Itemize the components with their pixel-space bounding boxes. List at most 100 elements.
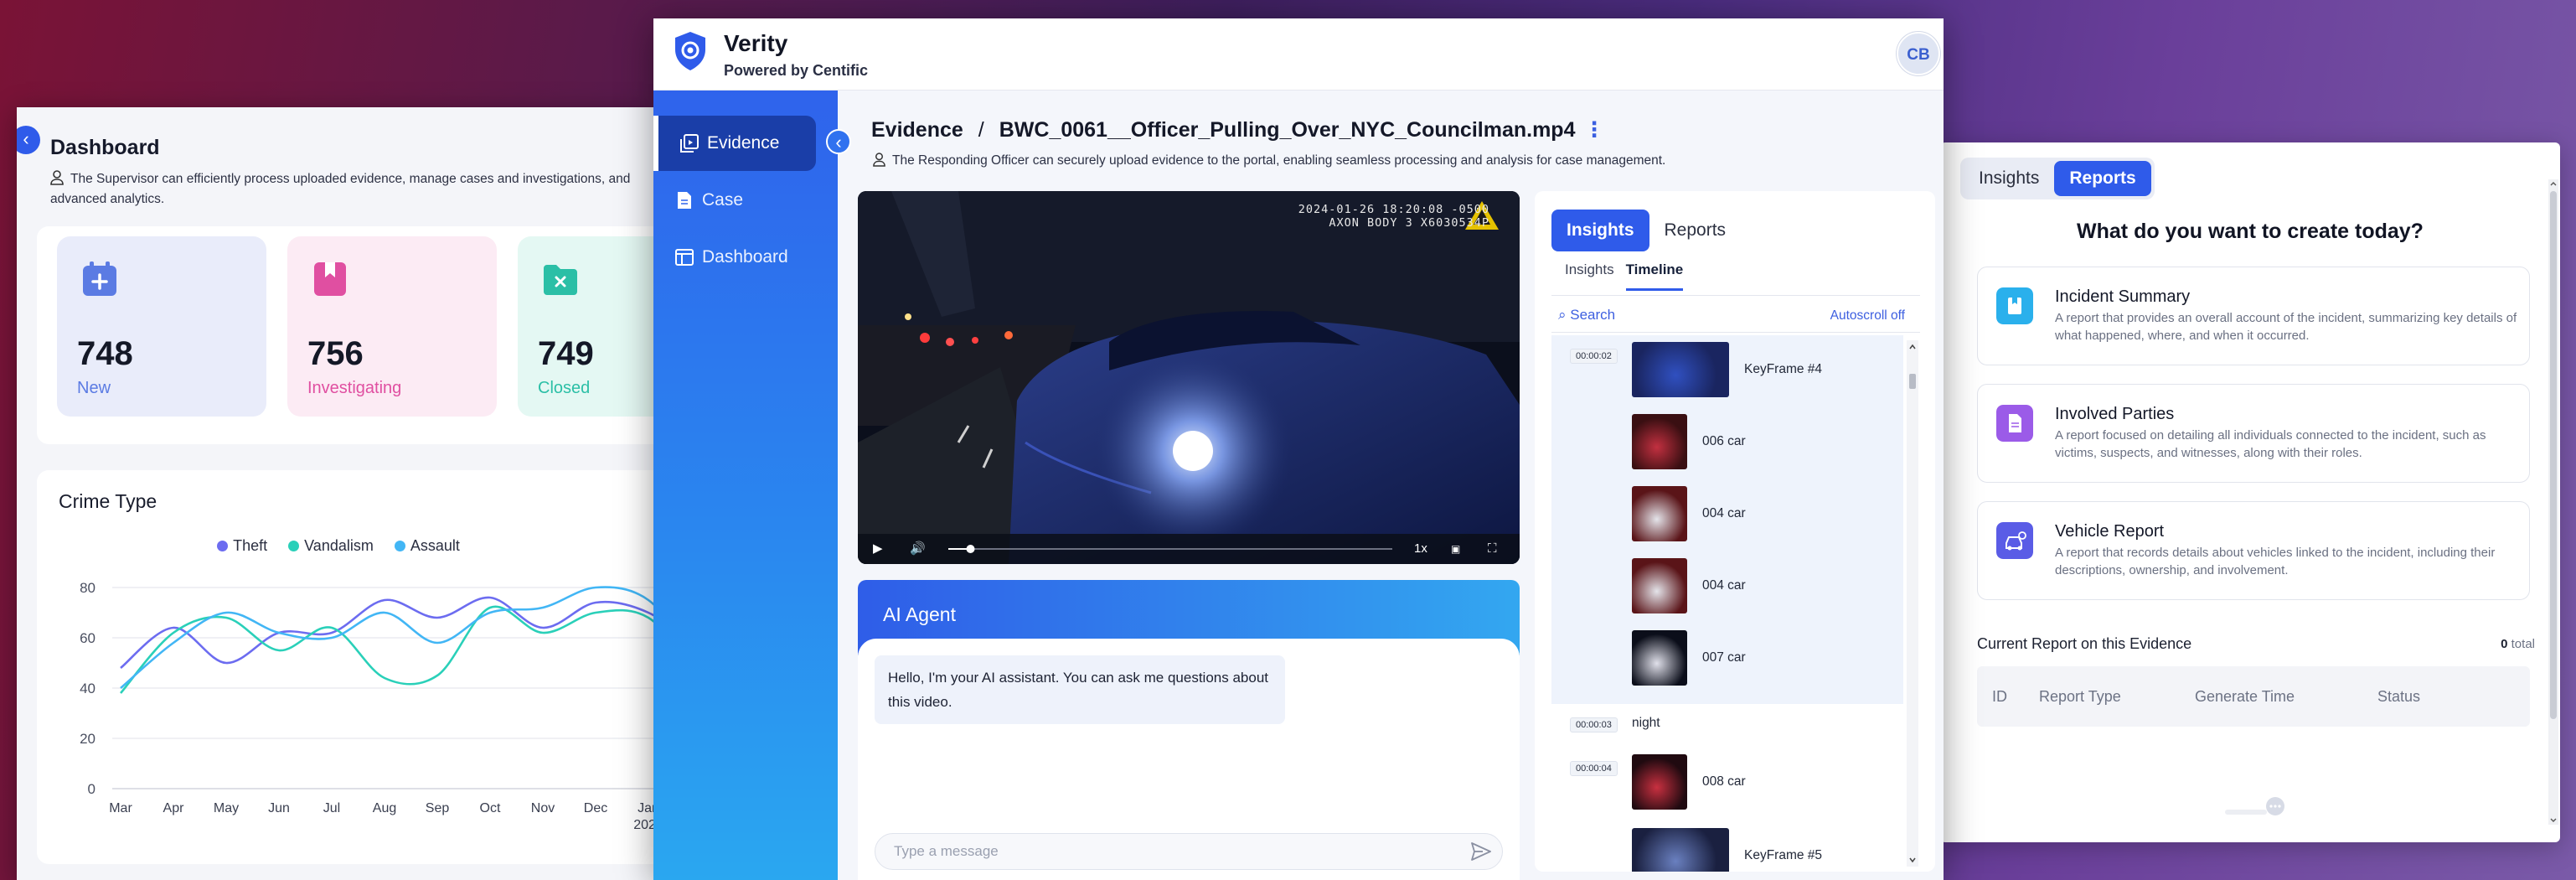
insights-panel: Insights Reports Insights Timeline ⌕ Sea… [1535,191,1935,872]
timeline-search[interactable]: ⌕ Search [1558,307,1615,324]
series-line-theft[interactable] [120,596,653,670]
y-tick-label: 40 [80,681,96,696]
captions-icon[interactable]: ▣ [1451,534,1460,564]
stat-label: Investigating [307,379,402,397]
video-timestamp-overlay: 2024-01-26 18:20:08 -0500 AXON BODY 3 X6… [1298,203,1489,230]
page-description: The Supervisor can efficiently process u… [50,169,653,210]
tab-insights[interactable]: Insights [1964,161,2054,196]
y-tick-label: 0 [88,781,96,797]
stat-investigating[interactable]: 756 Investigating [287,236,497,417]
vehicle-report-card[interactable]: Vehicle Report A report that records det… [1977,501,2530,600]
nav-collapse-button[interactable]: ‹ [826,129,851,154]
page-title: Dashboard [50,136,160,159]
chat-input[interactable]: Type a message [875,833,1503,870]
col-generate-time[interactable]: Generate Time [2195,688,2377,706]
bookmark-icon [314,262,346,296]
breadcrumb-root[interactable]: Evidence [871,118,963,142]
ai-agent-chat: AI Agent Hello, I'm your AI assistant. Y… [858,580,1520,880]
legend-item-vandalism[interactable]: Vandalism [288,537,374,555]
x-tick-label: Sep [426,801,450,815]
video-progress-bar[interactable] [948,534,1392,564]
current-report-heading: Current Report on this Evidence [1977,635,2192,652]
stat-closed[interactable]: 749 Closed [518,236,653,417]
subtab-timeline[interactable]: Timeline [1625,261,1684,291]
user-badge-icon [873,153,885,167]
col-status[interactable]: Status [2377,688,2420,706]
chat-bubble-icon[interactable] [2225,796,2292,821]
avatar[interactable]: CB [1897,32,1940,75]
document-icon [678,192,691,209]
send-icon[interactable] [1471,842,1491,861]
col-report-type[interactable]: Report Type [2039,688,2195,706]
timeline-thumbnail[interactable] [1632,414,1687,469]
timeline-thumbnail[interactable] [1632,630,1687,686]
crime-line-chart: 0 20 40 60 80 Mar Apr May Jun Jul Aug Sep Oct Nov Dec J… [80,580,653,832]
x-tick-label: Jul [323,801,340,815]
sidebar-collapse-button[interactable]: ‹ [17,126,40,154]
divider [1551,295,1920,296]
timeline-thumbnail[interactable] [1632,754,1687,810]
car-icon [1996,522,2033,559]
folder-x-icon [544,265,577,295]
report-table-header: ID Report Type Generate Time Status [1977,666,2530,727]
card-title: Vehicle Report [2055,522,2165,541]
play-icon[interactable]: ▶ [873,534,883,564]
stat-new[interactable]: 748 New [57,236,266,417]
legend-label: Vandalism [304,537,374,554]
reports-panel: Insights Reports What do you want to cre… [1940,142,2560,842]
insights-tabs: Insights Reports [1551,210,1741,251]
timeline-label: 006 car [1702,434,1746,448]
dashboard-icon [675,249,694,266]
timeline-thumbnail[interactable] [1632,558,1687,613]
verity-shield-logo[interactable] [672,30,709,72]
description-text: The Supervisor can efficiently process u… [50,172,631,206]
timeline-thumbnail[interactable] [1632,342,1729,397]
stat-label: Closed [538,379,591,397]
col-id[interactable]: ID [1977,688,2039,706]
tab-reports[interactable]: Reports [2054,161,2151,196]
stat-value: 749 [538,335,594,372]
dashboard-panel: ‹ Dashboard The Supervisor can efficient… [17,107,653,880]
tab-reports[interactable]: Reports [1649,210,1742,251]
timeline-thumbnail[interactable] [1632,828,1729,872]
timeline-label: 004 car [1702,578,1746,593]
speed-selector[interactable]: 1x [1414,534,1427,564]
involved-parties-card[interactable]: Involved Parties A report focused on det… [1977,384,2530,483]
timeline-label: night [1632,716,1660,730]
insights-subtabs: Insights Timeline [1565,261,1695,291]
timeline-scrollbar[interactable] [1907,340,1918,867]
legend-item-assault[interactable]: Assault [394,537,460,555]
volume-icon[interactable]: 🔊 [910,534,926,564]
video-controls: ▶ 🔊 1x ▣ ⛶ [858,534,1520,564]
nav-item-evidence[interactable]: Evidence [653,116,816,171]
legend-label: Assault [410,537,460,554]
x-tick-label: Dec [584,801,607,815]
legend-item-theft[interactable]: Theft [217,537,267,555]
y-tick-label: 60 [80,630,96,646]
timeline-label: KeyFrame #5 [1744,848,1823,862]
divider [1551,332,1920,333]
x-tick-label: Nov [531,801,555,815]
tab-insights[interactable]: Insights [1551,210,1649,251]
bookmark-icon [1996,287,2033,324]
timeline-timestamp[interactable]: 00:00:02 [1570,349,1618,364]
subtab-insights[interactable]: Insights [1565,261,1614,291]
nav-item-case[interactable]: Case [653,173,816,228]
autoscroll-toggle[interactable]: Autoscroll off [1830,308,1905,324]
timeline-thumbnail[interactable] [1632,486,1687,541]
timeline-list: 00:00:02 KeyFrame #4 006 car 004 car 004 car… [1551,335,1903,704]
crime-type-card: Crime Type Theft Vandalism Assault 0 20 40… [37,470,653,864]
video-player[interactable]: 2024-01-26 18:20:08 -0500 AXON BODY 3 X6… [858,191,1520,564]
legend-dot [394,541,405,551]
nav-item-dashboard[interactable]: Dashboard [653,230,816,285]
timeline-timestamp[interactable]: 00:00:03 [1570,717,1618,732]
series-line-vandalism[interactable] [120,605,653,694]
fullscreen-icon[interactable]: ⛶ [1488,534,1497,564]
breadcrumb-file: BWC_0061__Officer_Pulling_Over_NYC_Counc… [999,118,1576,142]
more-options-icon[interactable]: ⋮ [1583,118,1604,142]
search-label: Search [1570,307,1616,323]
timeline-timestamp[interactable]: 00:00:04 [1570,761,1618,776]
chat-title: AI Agent [883,603,956,625]
reports-scrollbar[interactable] [2548,179,2558,825]
incident-summary-card[interactable]: Incident Summary A report that provides … [1977,267,2530,365]
